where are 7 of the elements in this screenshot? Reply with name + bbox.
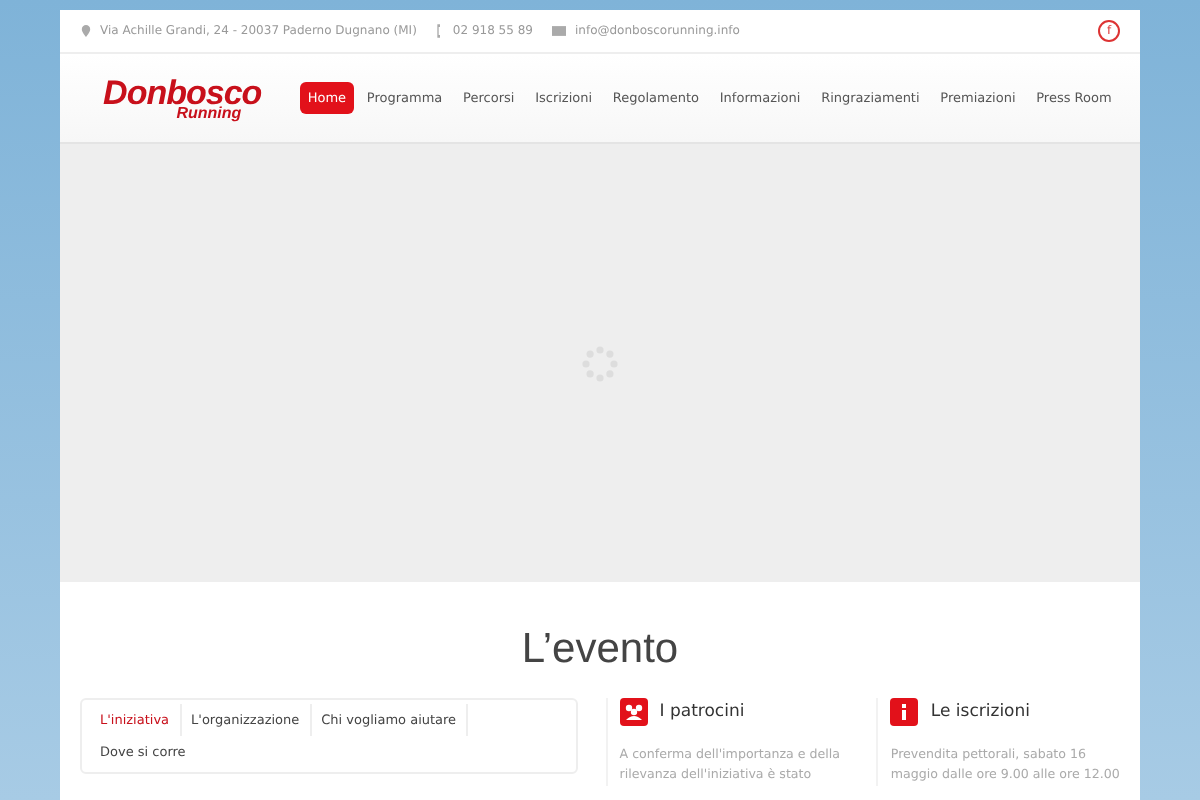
card-title: Le iscrizioni — [930, 702, 1031, 722]
card-title: I patrocini — [659, 702, 745, 722]
info-icon — [890, 698, 919, 726]
logo[interactable]: Donbosco Running — [80, 75, 262, 121]
location-pin-icon — [80, 24, 92, 38]
people-icon — [619, 698, 648, 726]
section-title: L’evento — [519, 626, 681, 674]
